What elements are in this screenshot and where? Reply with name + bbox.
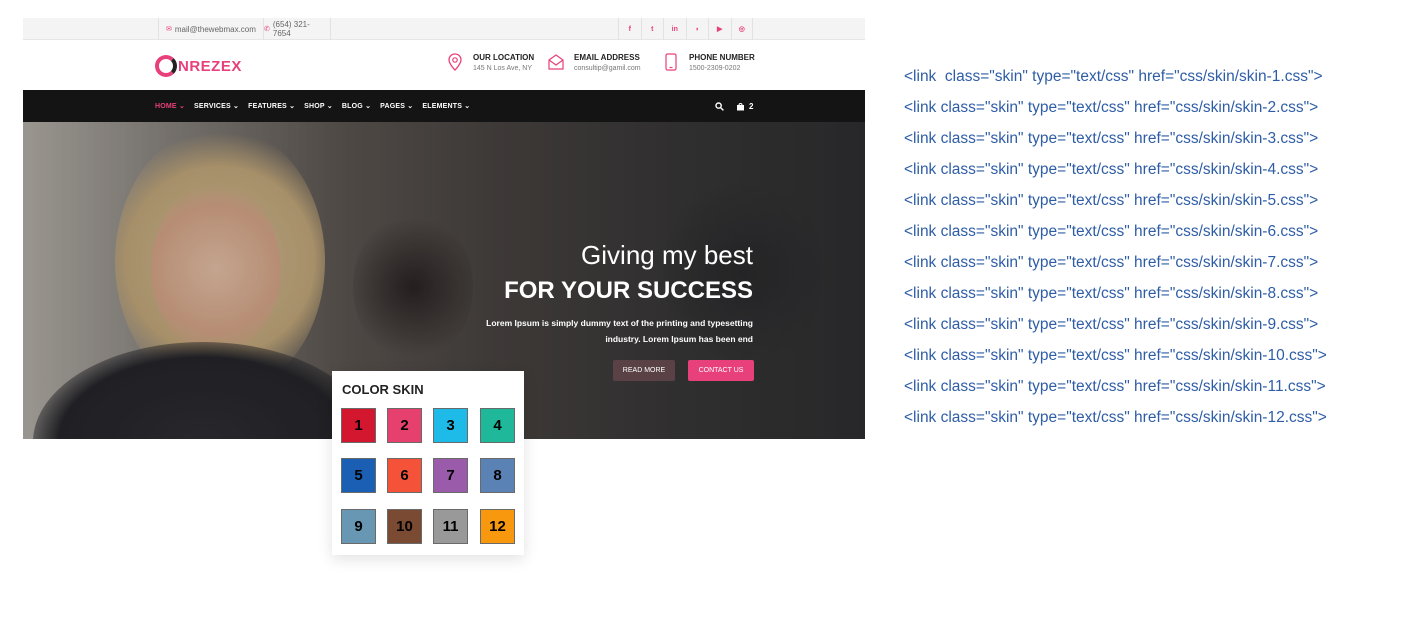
header-email: EMAIL ADDRESS consultip@gamil.com <box>548 52 641 75</box>
main-nav: HOME ⌄ SERVICES ⌄ FEATURES ⌄ SHOP ⌄ BLOG… <box>23 90 865 122</box>
search-icon[interactable] <box>715 101 724 111</box>
header-location: OUR LOCATION 145 N Los Ave, NY <box>447 52 534 75</box>
color-swatch-10[interactable]: 10 <box>387 509 422 544</box>
rss-icon[interactable]: ◗ <box>685 18 709 40</box>
mail-icon: ✉ <box>166 26 172 33</box>
phone-value: 1500-2309-0202 <box>689 65 741 72</box>
code-line: <link class="skin" type="text/css" href=… <box>904 192 1319 209</box>
code-line: <link class="skin" type="text/css" href=… <box>904 285 1319 302</box>
mobile-phone-icon <box>665 53 677 71</box>
facebook-icon[interactable]: f <box>618 18 641 40</box>
nav-item-services[interactable]: SERVICES ⌄ <box>194 102 239 110</box>
hero-text: Lorem Ipsum is simply dummy text of the … <box>486 318 753 344</box>
color-swatch-5[interactable]: 5 <box>341 458 376 493</box>
nav-menu: HOME ⌄ SERVICES ⌄ FEATURES ⌄ SHOP ⌄ BLOG… <box>155 90 479 122</box>
social-links: f t in ◗ ▶ ◎ <box>618 18 753 40</box>
code-line: <link class="skin" type="text/css" href=… <box>904 347 1327 364</box>
email-value: consultip@gamil.com <box>574 65 641 72</box>
color-swatch-2[interactable]: 2 <box>387 408 422 443</box>
nav-item-home[interactable]: HOME ⌄ <box>155 102 185 110</box>
nav-item-blog[interactable]: BLOG ⌄ <box>342 102 371 110</box>
code-line: <link class="skin" type="text/css" href=… <box>904 161 1319 178</box>
top-bar: ✉ mail@thewebmax.com ✆ (654) 321-7654 f … <box>23 18 865 40</box>
hero-heading-light: Giving my best <box>581 240 753 270</box>
topbar-phone[interactable]: ✆ (654) 321-7654 <box>257 18 331 40</box>
code-line: <link class="skin" type="text/css" href=… <box>904 130 1319 147</box>
code-line: <link class="skin" type="text/css" href=… <box>904 68 1323 85</box>
topbar-phone-text: (654) 321-7654 <box>272 20 310 38</box>
color-swatch-9[interactable]: 9 <box>341 509 376 544</box>
code-line: <link class="skin" type="text/css" href=… <box>904 254 1319 271</box>
code-line: <link class="skin" type="text/css" href=… <box>904 223 1319 240</box>
code-line: <link class="skin" type="text/css" href=… <box>904 378 1326 395</box>
logo-mark-icon <box>155 55 177 77</box>
code-line: <link class="skin" type="text/css" href=… <box>904 316 1319 333</box>
color-swatch-11[interactable]: 11 <box>433 509 468 544</box>
contact-us-button[interactable]: CONTACT US <box>688 360 754 381</box>
read-more-button[interactable]: READ MORE <box>613 360 675 381</box>
color-swatch-6[interactable]: 6 <box>387 458 422 493</box>
phone-icon: ✆ <box>264 26 270 33</box>
youtube-icon[interactable]: ▶ <box>708 18 731 40</box>
color-swatch-1[interactable]: 1 <box>341 408 376 443</box>
cart-button[interactable]: 2 <box>736 102 753 111</box>
topbar-email-text: mail@thewebmax.com <box>174 24 256 34</box>
location-title: OUR LOCATION <box>473 53 535 62</box>
shopping-bag-icon <box>737 102 744 110</box>
screenshot-stage: ✉ mail@thewebmax.com ✆ (654) 321-7654 f … <box>0 0 1411 637</box>
nav-actions: 2 <box>715 90 753 122</box>
linkedin-icon[interactable]: in <box>663 18 686 40</box>
code-line: <link class="skin" type="text/css" href=… <box>904 409 1327 426</box>
color-swatch-4[interactable]: 4 <box>480 408 515 443</box>
phone-title: PHONE NUMBER <box>689 53 755 62</box>
color-swatch-8[interactable]: 8 <box>480 458 515 493</box>
nav-item-pages[interactable]: PAGES ⌄ <box>380 102 413 110</box>
cart-count: 2 <box>749 101 754 111</box>
color-skin-panel: COLOR SKIN 1 2 3 4 5 6 7 8 9 10 11 12 <box>332 371 524 555</box>
color-skin-title: COLOR SKIN <box>342 382 424 397</box>
hero-heading-bold: FOR YOUR SUCCESS <box>504 277 753 304</box>
logo-text: NREZEX <box>178 57 242 75</box>
color-swatch-12[interactable]: 12 <box>480 509 515 544</box>
color-swatch-7[interactable]: 7 <box>433 458 468 493</box>
header-phone: PHONE NUMBER 1500-2309-0202 <box>663 52 755 75</box>
topbar-email[interactable]: ✉ mail@thewebmax.com <box>158 18 264 40</box>
location-pin-icon <box>448 53 462 71</box>
nav-item-shop[interactable]: SHOP ⌄ <box>304 102 333 110</box>
skin-css-code-list: <link class="skin" type="text/css" href=… <box>904 68 1327 440</box>
site-header: NREZEX OUR LOCATION 145 N Los Ave, NY EM… <box>23 40 865 90</box>
site-logo[interactable]: NREZEX <box>155 53 242 79</box>
twitter-icon[interactable]: t <box>640 18 664 40</box>
email-title: EMAIL ADDRESS <box>574 53 640 62</box>
color-swatch-3[interactable]: 3 <box>433 408 468 443</box>
location-value: 145 N Los Ave, NY <box>473 65 533 72</box>
nav-item-elements[interactable]: ELEMENTS ⌄ <box>422 102 470 110</box>
code-line: <link class="skin" type="text/css" href=… <box>904 99 1319 116</box>
nav-item-features[interactable]: FEATURES ⌄ <box>248 102 295 110</box>
instagram-icon[interactable]: ◎ <box>730 18 753 40</box>
envelope-icon <box>548 54 564 70</box>
